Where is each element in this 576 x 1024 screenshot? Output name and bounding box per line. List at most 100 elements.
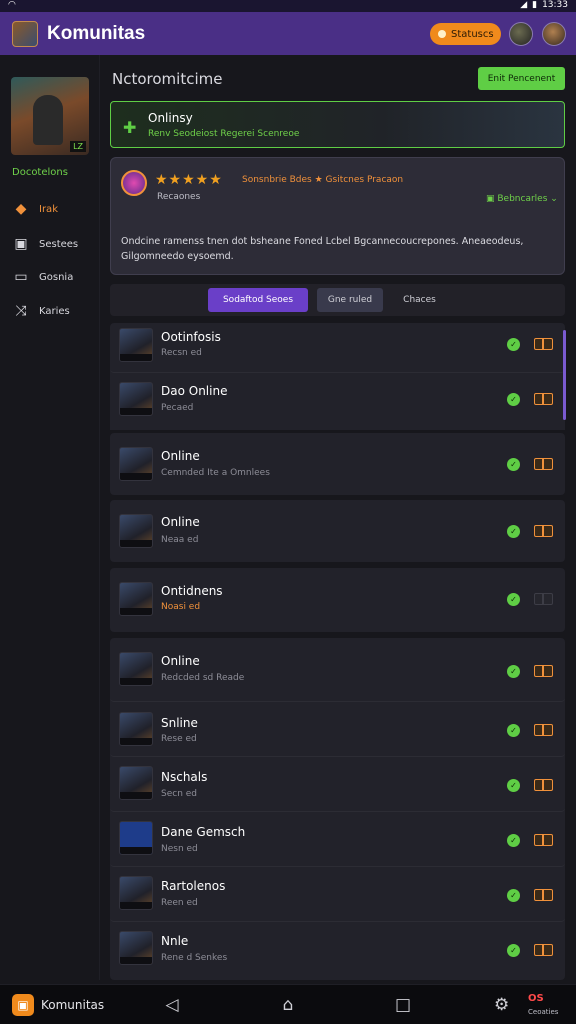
toggle-switch[interactable] [534, 393, 553, 405]
thumb-strip [120, 678, 152, 685]
recents-icon[interactable]: □ [393, 995, 413, 1015]
game-thumbnail [119, 876, 153, 910]
app-logo-icon[interactable]: ▣ [12, 994, 34, 1016]
gear-icon[interactable]: ⚙ [494, 995, 509, 1015]
sidebar-item-label: Sestees [39, 238, 79, 250]
list-item[interactable]: Online Neaa ed ✓ [110, 500, 565, 562]
item-name: Dao Online [161, 384, 228, 398]
item-name: Online [161, 515, 200, 529]
online-check-icon: ✓ [507, 779, 520, 792]
item-name: Dane Gemsch [161, 825, 246, 839]
online-check-icon: ✓ [507, 458, 520, 471]
notification-badge[interactable]: OS [528, 993, 544, 1004]
list-item[interactable]: Snline Rese ed ✓ [110, 702, 565, 757]
gamepad-icon: ✚ [123, 118, 137, 137]
translate-link[interactable]: ▣ Bebncarles ⌄ [486, 194, 558, 204]
sidebar-item-label: Karies [39, 305, 70, 317]
online-check-icon: ✓ [507, 889, 520, 902]
list-item[interactable]: Online Cemnded Ite a Omnlees ✓ [110, 433, 565, 495]
game-thumbnail [119, 652, 153, 686]
thumb-strip [120, 608, 152, 615]
list-item[interactable]: Ootinfosis Recsn ed ✓ [110, 323, 565, 373]
list-item[interactable]: Nnle Rene d Senkes ✓ [110, 922, 565, 980]
status-dot-icon [438, 30, 446, 38]
toggle-switch[interactable] [534, 834, 553, 846]
translate-icon: ▣ [486, 194, 498, 204]
item-name: Rartolenos [161, 879, 226, 893]
online-status-card[interactable]: ✚ Onlinsy Renv Seodeiost Regerei Scenreo… [110, 101, 565, 148]
list-item[interactable]: Ontidnens Noasi ed ✓ [110, 568, 565, 632]
tab-bar: Sodaftod Seoes Gne ruled Chaces [110, 284, 565, 316]
item-name: Nschals [161, 770, 208, 784]
item-status: Cemnded Ite a Omnlees [161, 468, 270, 478]
status-button[interactable]: Statuscs [430, 23, 501, 45]
sidebar-item-irak[interactable]: ◆ Irak [12, 201, 58, 217]
list-item[interactable]: Dane Gemsch Nesn ed ✓ [110, 812, 565, 867]
toggle-switch[interactable] [534, 779, 553, 791]
sidebar-item-label: Irak [39, 203, 58, 215]
thumb-strip [120, 957, 152, 964]
system-nav-bar: ▣ Komunitas ◁ ⌂ □ ⚙ OS Ceoaties [0, 984, 576, 1024]
list-item[interactable]: Dao Online Pecaed ✓ [110, 373, 565, 430]
toggle-switch[interactable] [534, 525, 553, 537]
thumb-strip [120, 473, 152, 480]
reviewer-avatar[interactable] [121, 170, 147, 196]
list-item[interactable]: Nschals Secn ed ✓ [110, 757, 565, 812]
online-check-icon: ✓ [507, 834, 520, 847]
sidebar-item-gosnia[interactable]: ▭ Gosnia [12, 269, 73, 285]
thumb-strip [120, 738, 152, 745]
thumb-strip [120, 408, 152, 415]
item-status: Neaa ed [161, 535, 199, 545]
game-thumbnail [119, 582, 153, 616]
sidebar-caption: Docotelons [12, 167, 68, 178]
online-check-icon: ✓ [507, 338, 520, 351]
app-title: Komunitas [47, 22, 146, 44]
toggle-switch[interactable] [534, 665, 553, 677]
online-check-icon: ✓ [507, 724, 520, 737]
list-item[interactable]: Rartolenos Reen ed ✓ [110, 867, 565, 922]
game-thumbnail [119, 514, 153, 548]
item-status: Recsn ed [161, 348, 202, 358]
back-icon[interactable]: ◁ [162, 995, 182, 1015]
item-status: Rese ed [161, 734, 197, 744]
game-cover-image[interactable]: LZ [11, 77, 89, 155]
nav-app-name: Komunitas [41, 998, 105, 1012]
translate-label: Bebncarles [497, 194, 548, 204]
toggle-switch[interactable] [534, 338, 553, 350]
toggle-switch[interactable] [534, 458, 553, 470]
tab-chaces[interactable]: Chaces [392, 288, 447, 312]
chevron-down-icon: ⌄ [547, 194, 558, 204]
item-name: Online [161, 449, 200, 463]
item-status: Noasi ed [161, 602, 201, 612]
toggle-switch[interactable] [534, 889, 553, 901]
tab-gne-ruled[interactable]: Gne ruled [317, 288, 383, 312]
item-status: Rene d Senkes [161, 953, 228, 963]
item-name: Online [161, 654, 200, 668]
online-card-subtitle: Renv Seodeiost Regerei Scenreoe [148, 129, 300, 139]
user-avatar[interactable] [542, 22, 566, 46]
cover-figure [33, 95, 63, 145]
item-status: Nesn ed [161, 844, 198, 854]
review-card: ★★★★★ Sonsnbrie Bdes ★ Gsitcnes Pracaon … [110, 157, 565, 275]
list-item[interactable]: Online Redcded sd Reade ✓ [110, 638, 565, 702]
item-status: Pecaed [161, 403, 194, 413]
scrollbar-thumb[interactable] [563, 330, 566, 420]
page-title: Nctoromitcime [112, 70, 223, 88]
thumb-strip [120, 540, 152, 547]
home-icon[interactable]: ⌂ [278, 995, 298, 1015]
thumb-strip [120, 902, 152, 909]
toggle-switch[interactable] [534, 724, 553, 736]
app-bar: Komunitas Statuscs [0, 12, 576, 55]
friend-avatar[interactable] [509, 22, 533, 46]
signal-icon: ◢ [520, 0, 528, 10]
toggle-switch[interactable] [534, 944, 553, 956]
tab-sodaftod-seoes[interactable]: Sodaftod Seoes [208, 288, 308, 312]
primary-action-button[interactable]: Enit Pencenent [478, 67, 565, 90]
review-author: Recaones [157, 192, 201, 202]
sidebar-item-sestees[interactable]: ▣ Sestees [12, 236, 78, 252]
shuffle-icon: ⤨ [15, 303, 27, 319]
sidebar-item-karies[interactable]: ⤨ Karies [12, 303, 70, 319]
thumb-strip [120, 792, 152, 799]
toggle-switch[interactable] [534, 593, 553, 605]
online-check-icon: ✓ [507, 393, 520, 406]
